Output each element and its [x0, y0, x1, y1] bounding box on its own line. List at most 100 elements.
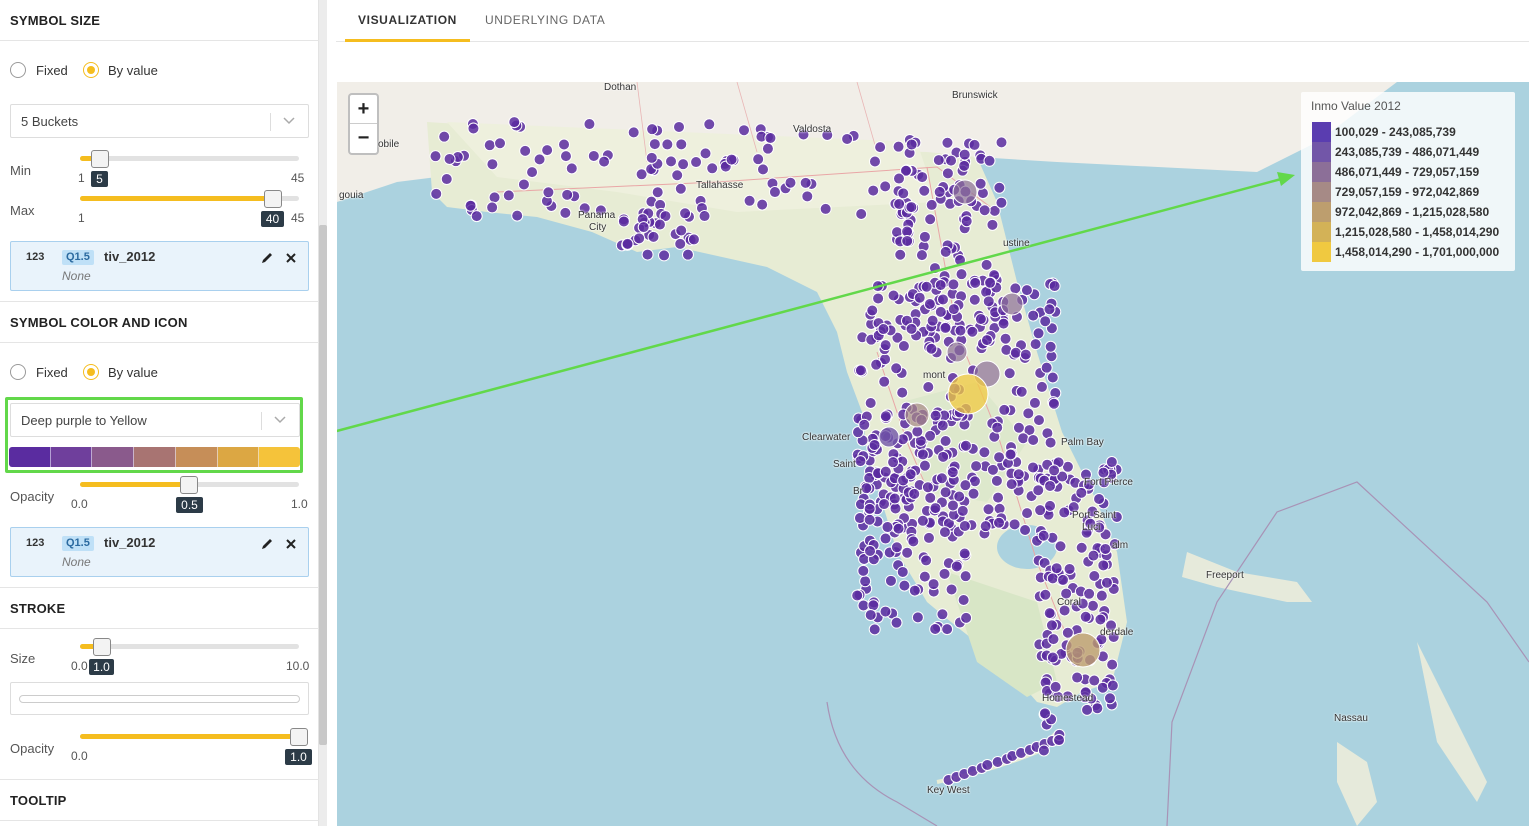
data-point[interactable]: [929, 502, 942, 515]
data-point[interactable]: [648, 138, 661, 151]
data-point[interactable]: [854, 364, 867, 377]
data-point[interactable]: [598, 155, 611, 168]
data-point[interactable]: [698, 210, 711, 223]
data-point[interactable]: [1034, 504, 1047, 517]
data-point[interactable]: [1075, 486, 1088, 499]
data-point[interactable]: [1037, 744, 1050, 757]
data-point[interactable]: [947, 278, 960, 291]
data-point[interactable]: [921, 481, 934, 494]
min-slider-handle[interactable]: [91, 150, 109, 168]
data-point[interactable]: [904, 402, 930, 428]
data-point[interactable]: [1053, 734, 1066, 747]
data-point[interactable]: [878, 498, 891, 511]
color-fixed-radio[interactable]: [10, 364, 26, 380]
data-point[interactable]: [1017, 432, 1030, 445]
data-point[interactable]: [1087, 549, 1100, 562]
data-point[interactable]: [559, 206, 572, 219]
data-point[interactable]: [855, 207, 868, 220]
data-point[interactable]: [1097, 559, 1110, 572]
data-point[interactable]: [1044, 340, 1057, 353]
data-point[interactable]: [819, 202, 832, 215]
data-point[interactable]: [905, 138, 918, 151]
data-point[interactable]: [1027, 309, 1040, 322]
data-point[interactable]: [954, 324, 967, 337]
data-point[interactable]: [858, 418, 871, 431]
data-point[interactable]: [947, 373, 989, 415]
data-point[interactable]: [675, 138, 688, 151]
data-point[interactable]: [658, 249, 671, 262]
data-point[interactable]: [958, 148, 971, 161]
data-point[interactable]: [904, 468, 917, 481]
data-point[interactable]: [467, 122, 480, 135]
stroke-color-picker[interactable]: [10, 682, 309, 715]
data-point[interactable]: [947, 303, 960, 316]
data-point[interactable]: [621, 237, 634, 250]
data-point[interactable]: [916, 514, 929, 527]
palette-select[interactable]: Deep purple to Yellow: [10, 403, 300, 437]
size-field-card[interactable]: 123 Q1.5 tiv_2012 None: [10, 241, 309, 291]
stroke-size-handle[interactable]: [93, 638, 111, 656]
data-point[interactable]: [950, 560, 963, 573]
data-point[interactable]: [1048, 280, 1061, 293]
data-point[interactable]: [974, 313, 987, 326]
data-point[interactable]: [633, 232, 646, 245]
max-slider-handle[interactable]: [264, 190, 282, 208]
data-point[interactable]: [918, 570, 931, 583]
data-point[interactable]: [924, 491, 937, 504]
data-point[interactable]: [970, 460, 983, 473]
data-point[interactable]: [1063, 562, 1076, 575]
data-point[interactable]: [1004, 448, 1017, 461]
data-point[interactable]: [946, 341, 968, 363]
data-point[interactable]: [986, 218, 999, 231]
color-field-card[interactable]: 123 Q1.5 tiv_2012 None: [10, 527, 309, 577]
data-point[interactable]: [881, 521, 894, 534]
data-point[interactable]: [1008, 518, 1021, 531]
data-point[interactable]: [1009, 282, 1022, 295]
data-point[interactable]: [980, 258, 993, 271]
data-point[interactable]: [897, 340, 910, 353]
data-point[interactable]: [868, 155, 881, 168]
data-point[interactable]: [587, 149, 600, 162]
data-point[interactable]: [984, 276, 997, 289]
data-point[interactable]: [699, 147, 712, 160]
data-point[interactable]: [959, 570, 972, 583]
data-point[interactable]: [1027, 433, 1040, 446]
data-point[interactable]: [995, 196, 1008, 209]
data-point[interactable]: [1032, 414, 1045, 427]
data-point[interactable]: [941, 623, 954, 636]
data-point[interactable]: [879, 532, 892, 545]
data-point[interactable]: [502, 189, 515, 202]
data-point[interactable]: [430, 187, 443, 200]
data-point[interactable]: [888, 492, 901, 505]
data-point[interactable]: [651, 186, 664, 199]
data-point[interactable]: [892, 172, 905, 185]
data-point[interactable]: [955, 268, 968, 281]
data-point[interactable]: [983, 154, 996, 167]
data-point[interactable]: [879, 180, 892, 193]
data-point[interactable]: [1103, 692, 1116, 705]
data-point[interactable]: [1044, 436, 1057, 449]
data-point[interactable]: [1086, 599, 1099, 612]
data-point[interactable]: [908, 487, 921, 500]
data-point[interactable]: [907, 535, 920, 548]
data-point[interactable]: [960, 215, 973, 228]
data-point[interactable]: [959, 439, 972, 452]
data-point[interactable]: [1079, 610, 1092, 623]
data-point[interactable]: [958, 159, 971, 172]
data-point[interactable]: [934, 305, 947, 318]
data-point[interactable]: [673, 120, 686, 133]
data-point[interactable]: [879, 410, 892, 423]
data-point[interactable]: [1003, 367, 1016, 380]
data-point[interactable]: [1044, 499, 1057, 512]
data-point[interactable]: [920, 280, 933, 293]
data-point[interactable]: [927, 578, 940, 591]
tab-underlying-data[interactable]: UNDERLYING DATA: [485, 0, 605, 42]
scrollbar-thumb[interactable]: [319, 225, 327, 745]
data-point[interactable]: [1047, 633, 1060, 646]
data-point[interactable]: [863, 513, 876, 526]
data-point[interactable]: [890, 362, 903, 375]
data-point[interactable]: [958, 519, 971, 532]
data-point[interactable]: [932, 154, 945, 167]
data-point[interactable]: [915, 249, 928, 262]
data-point[interactable]: [978, 446, 991, 459]
